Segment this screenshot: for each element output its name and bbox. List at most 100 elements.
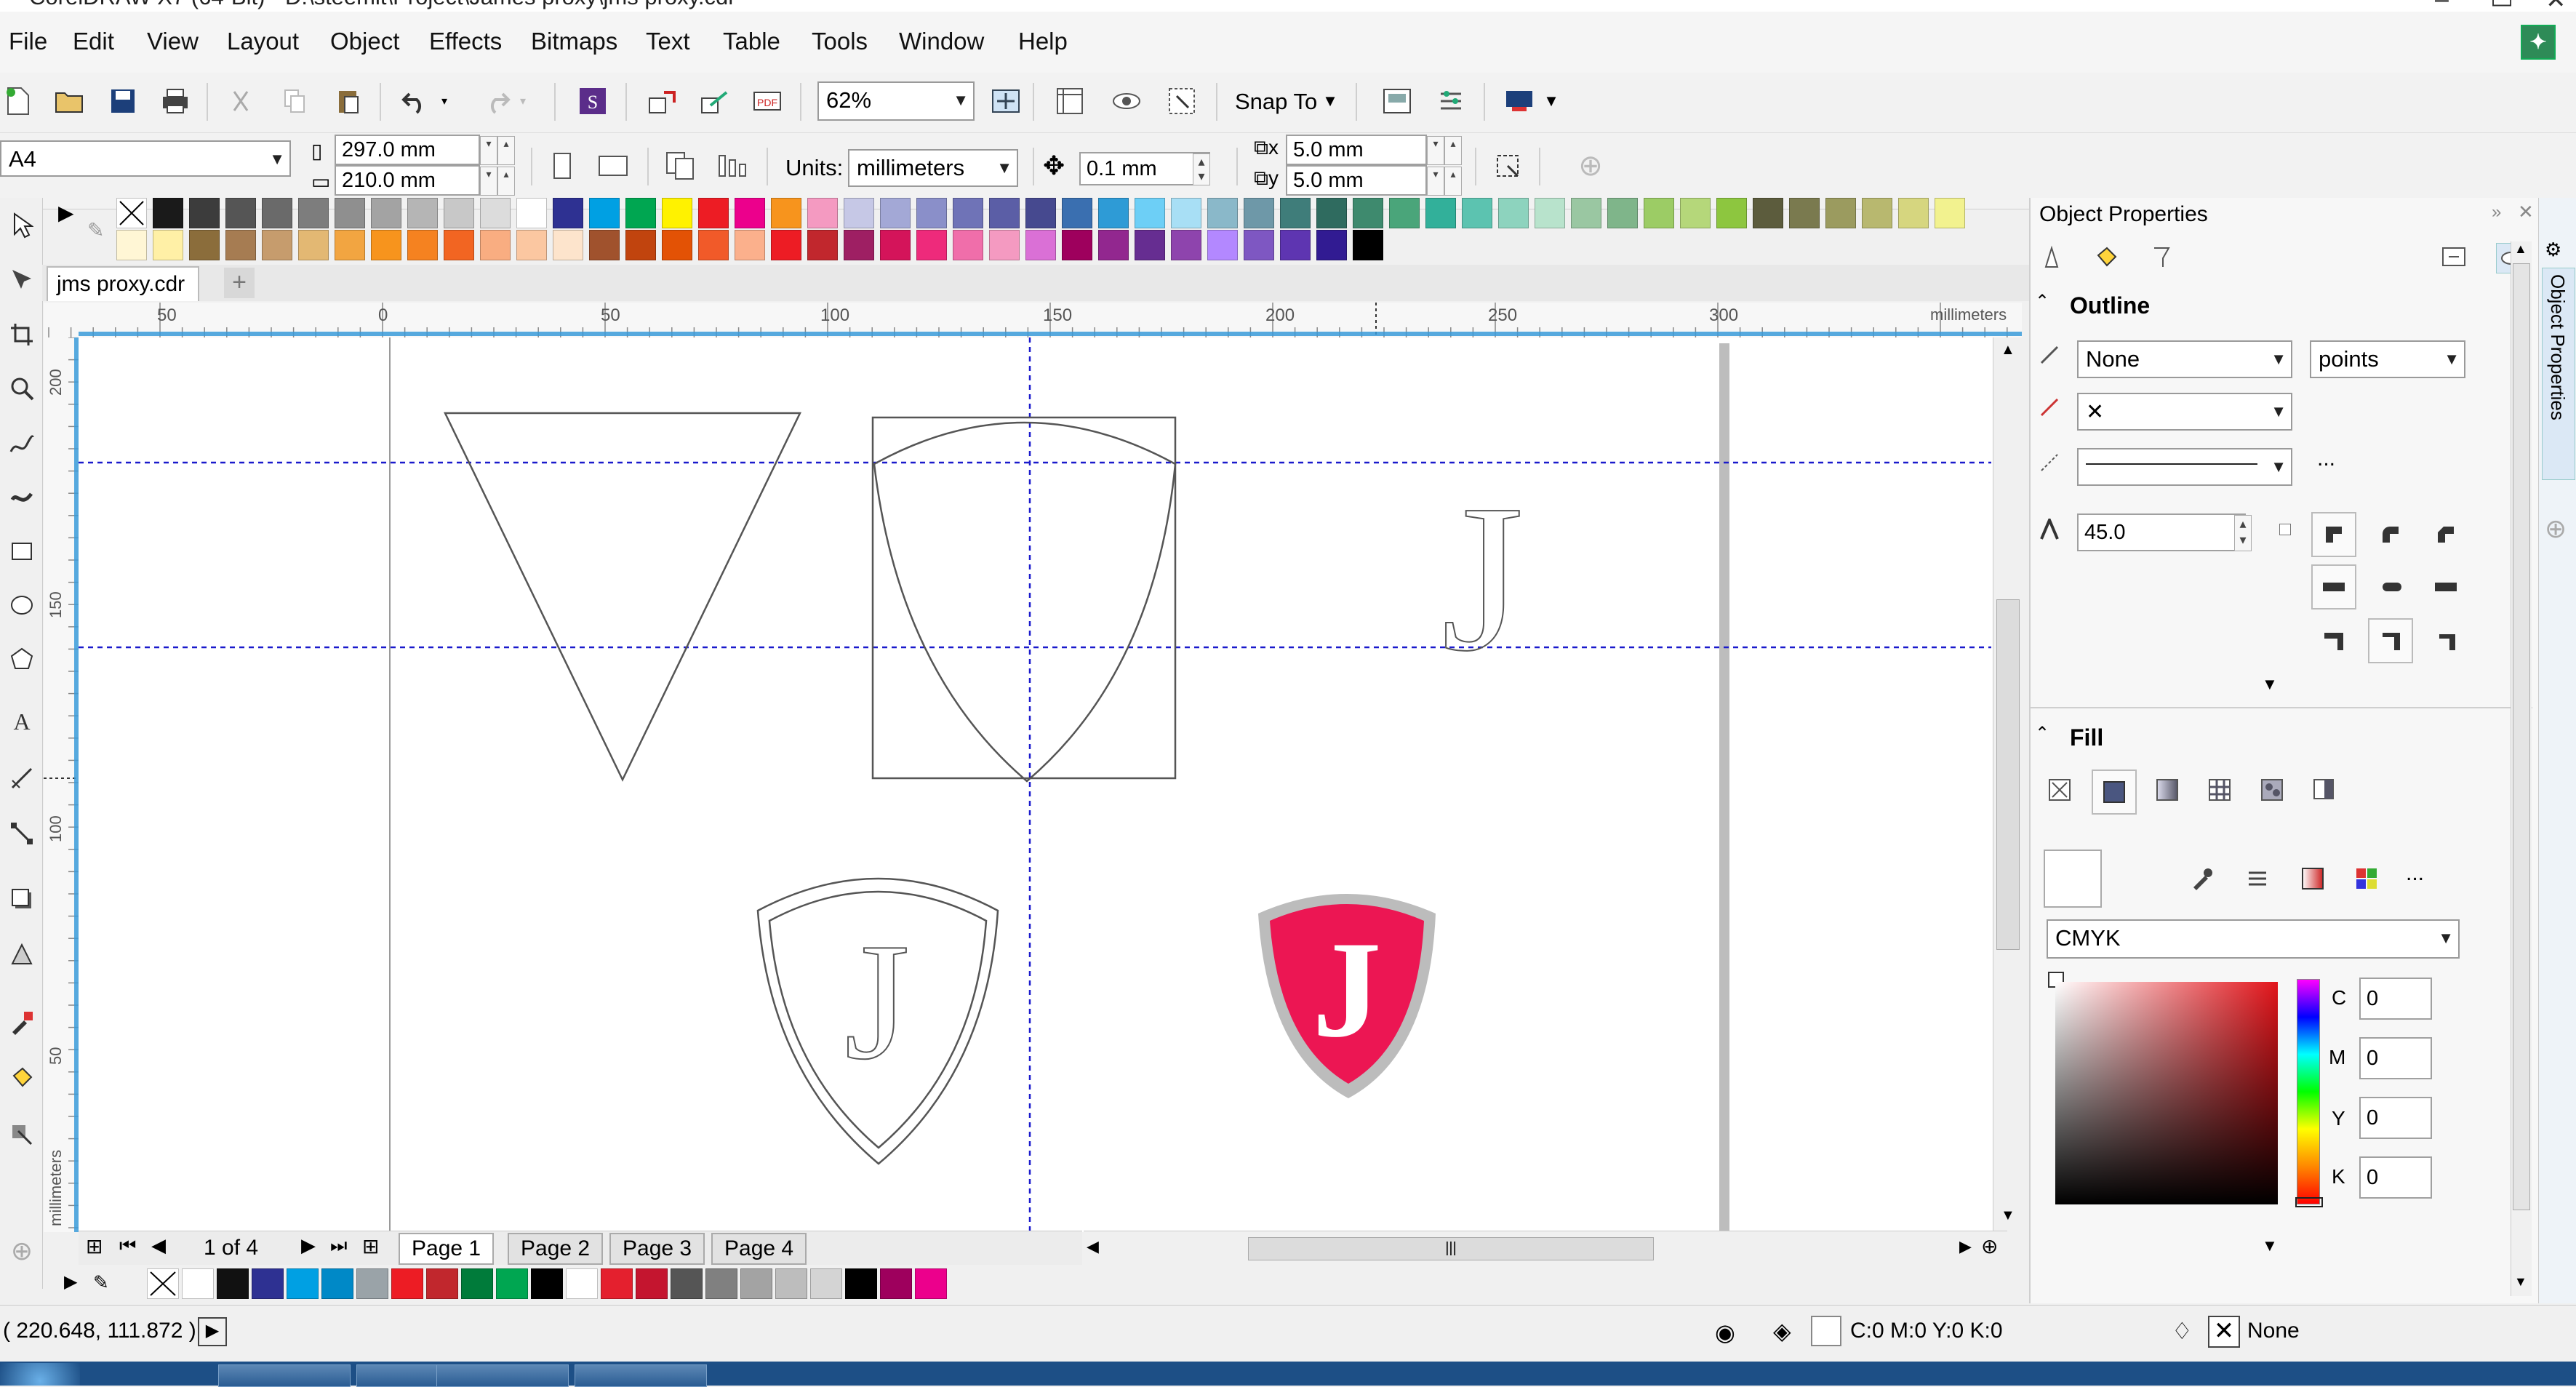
add-tool-icon[interactable]: ⊕ [4,1231,39,1271]
color-swatch[interactable] [566,1268,598,1299]
position-outside-icon[interactable] [2311,618,2356,663]
line-style-combo[interactable]: ▼ [2077,448,2292,486]
postscript-fill-icon[interactable] [2310,775,2339,804]
color-swatch[interactable] [407,198,438,228]
smart-fill-icon[interactable] [4,1114,39,1155]
color-swatch[interactable] [880,230,911,260]
color-swatch[interactable] [496,1268,528,1299]
scroll-left-icon[interactable]: ◀ [1087,1237,1099,1256]
position-inside-icon[interactable] [2423,618,2468,663]
landscape-icon[interactable] [595,148,631,184]
options-icon[interactable] [1433,83,1469,119]
copy-icon[interactable] [276,83,313,119]
vertical-ruler[interactable]: 200 150 100 50 millimeters [44,337,79,1232]
color-swatch[interactable] [1244,230,1274,260]
docker-scrollbar[interactable]: ▲ ▼ [2511,241,2532,1296]
color-swatch[interactable] [880,198,911,228]
launcher-dropdown-icon[interactable]: ▼ [1542,83,1561,119]
color-swatch[interactable] [553,198,583,228]
miter-stepper[interactable]: ▴ ▾ [2234,515,2252,551]
no-color-swatch[interactable] [147,1268,179,1299]
color-swatch[interactable] [391,1268,423,1299]
color-swatch[interactable] [298,230,329,260]
horizontal-scroll-thumb[interactable]: ||| [1248,1237,1654,1260]
fountain-fill-icon[interactable] [2153,775,2182,804]
freehand-tool-icon[interactable] [4,423,39,464]
color-swatch[interactable] [916,230,947,260]
color-swatch[interactable] [407,230,438,260]
color-swatch[interactable] [426,1268,458,1299]
color-swatch[interactable] [225,230,256,260]
color-swatch[interactable] [916,198,947,228]
page-tab-2[interactable]: Page 2 [508,1233,604,1265]
color-swatch[interactable] [1025,198,1056,228]
scroll-right-icon[interactable]: ▶ [1959,1237,1972,1256]
zoom-tool-icon[interactable] [4,368,39,409]
color-swatch[interactable] [262,198,292,228]
nudge-distance-field[interactable]: 0.1 mm [1079,152,1210,185]
duplicate-y-field[interactable]: 5.0 mm [1286,165,1427,196]
undo-dropdown-icon[interactable]: ▾ [435,83,454,119]
corner-miter-icon[interactable] [2311,512,2356,557]
color-swatch[interactable] [810,1268,842,1299]
color-swatch[interactable] [516,198,547,228]
previous-page-icon[interactable]: ◀ [151,1234,166,1257]
new-tab-icon[interactable]: + [224,268,255,298]
docker-scroll-up-icon[interactable]: ▲ [2514,241,2527,257]
dup-y-stepper-up[interactable]: ▴ [1444,167,1462,196]
color-swatch[interactable] [1535,198,1565,228]
color-swatch[interactable] [1098,230,1129,260]
shape-tool-icon[interactable] [4,259,39,300]
units-combo[interactable]: millimeters ▼ [848,149,1018,187]
nudge-stepper[interactable]: ▴ ▾ [1193,153,1210,185]
color-picker-area[interactable] [2055,982,2278,1204]
color-swatch[interactable] [371,198,401,228]
corner-bevel-icon[interactable] [2423,512,2468,557]
parallel-dimension-icon[interactable] [4,758,39,799]
document-palette-eyedropper-icon[interactable]: ✎ [93,1271,109,1294]
last-page-icon[interactable]: ⏭ [330,1234,347,1258]
no-color-swatch[interactable] [116,198,147,228]
color-swatch[interactable] [298,198,329,228]
color-swatch[interactable] [461,1268,493,1299]
color-swatch[interactable] [1716,198,1747,228]
menu-bitmaps[interactable]: Bitmaps [531,28,617,55]
color-swatch[interactable] [1171,230,1201,260]
crop-tool-icon[interactable] [4,314,39,355]
current-page-icon[interactable] [714,148,751,184]
all-pages-icon[interactable] [662,148,698,184]
color-swatch[interactable] [807,198,838,228]
horizontal-ruler[interactable]: 50 0 50 100 150 200 250 300 millimeters [44,303,2022,338]
color-swatch[interactable] [153,198,183,228]
transparency-tool-icon[interactable] [4,934,39,975]
menu-table[interactable]: Table [723,28,780,55]
color-swatch[interactable] [1753,198,1783,228]
color-swatch[interactable] [1207,230,1238,260]
bounding-rectangle[interactable] [871,416,1177,780]
height-stepper-down[interactable]: ▾ [480,167,497,196]
letter-j-outline[interactable]: J [1441,460,1524,695]
color-sliders-icon[interactable] [2243,864,2272,893]
color-swatch[interactable] [335,198,365,228]
page-tab-4[interactable]: Page 4 [711,1233,807,1265]
close-icon[interactable]: ✕ [2518,201,2534,223]
drawing-canvas[interactable]: J J J [79,337,2006,1232]
first-page-icon[interactable]: ⏮ [119,1234,136,1258]
artistic-media-icon[interactable] [4,477,39,518]
triangle-shape[interactable] [444,412,801,782]
taskbar-item[interactable] [436,1364,569,1387]
application-launcher-icon[interactable] [1501,83,1537,119]
pattern-fill-icon[interactable] [2205,775,2234,804]
color-swatch[interactable] [844,230,874,260]
redo-dropdown-icon[interactable]: ▾ [513,83,532,119]
transparency-glass-icon[interactable] [2147,243,2176,272]
show-rulers-icon[interactable] [1052,83,1088,119]
hue-slider-handle[interactable] [2295,1197,2323,1207]
color-swatch[interactable] [189,230,220,260]
height-stepper-up[interactable]: ▴ [497,167,515,196]
color-swatch[interactable] [516,230,547,260]
color-swatch[interactable] [153,230,183,260]
menu-edit[interactable]: Edit [73,28,114,55]
add-docker-icon[interactable]: ⊕ [2545,513,2567,544]
document-color-settings-icon[interactable]: ◉ [1715,1319,1735,1346]
